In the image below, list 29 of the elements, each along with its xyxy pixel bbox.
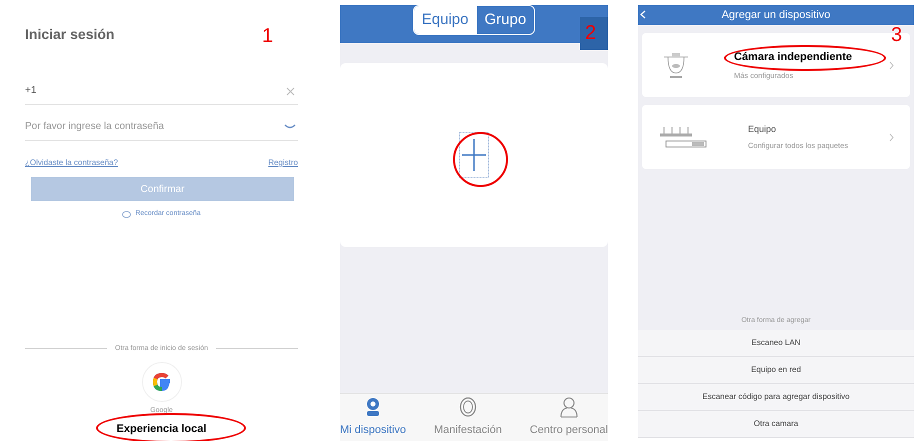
register-link[interactable]: Registro	[268, 157, 298, 169]
annotation-number: 1	[262, 26, 274, 46]
option-title: Equipo	[748, 122, 778, 136]
phone-field[interactable]: +1	[25, 77, 298, 105]
bottom-tab[interactable]: Manifestación	[434, 396, 502, 438]
add-method-button[interactable]: Escanear código para agregar dispositivo	[638, 384, 914, 411]
chevron-icon[interactable]	[889, 60, 894, 70]
google-logo-icon[interactable]	[142, 362, 182, 402]
add-method-button[interactable]: Equipo en red	[638, 357, 914, 384]
back-icon[interactable]	[640, 10, 646, 19]
forgot-password-link[interactable]: ¿Olvidaste la contraseña?	[25, 157, 118, 169]
eye-icon[interactable]	[284, 124, 296, 130]
add-method-button[interactable]: Escaneo LAN	[638, 330, 914, 357]
local-experience-link[interactable]: Experiencia local	[25, 420, 298, 437]
annotation-number: 2	[585, 23, 596, 43]
option-title: Cámara independiente	[734, 50, 853, 66]
page-title: Iniciar sesión	[25, 25, 114, 44]
bottom-tab[interactable]: Mi dispositivo	[340, 396, 406, 438]
add-icon[interactable]	[459, 132, 489, 178]
screen-title: Agregar un dispositivo	[722, 8, 830, 23]
password-field[interactable]: Por favor ingrese la contraseña	[25, 113, 298, 141]
bottom-tab[interactable]: Centro personal	[530, 396, 608, 438]
clear-icon[interactable]	[286, 86, 295, 96]
remember-icon[interactable]	[122, 210, 132, 218]
segment-tab[interactable]: Equipo	[414, 6, 476, 34]
lens-icon	[458, 396, 477, 418]
add-method-button[interactable]: Otra camara	[638, 411, 914, 438]
person-icon	[560, 396, 578, 418]
chevron-icon[interactable]	[889, 132, 894, 142]
